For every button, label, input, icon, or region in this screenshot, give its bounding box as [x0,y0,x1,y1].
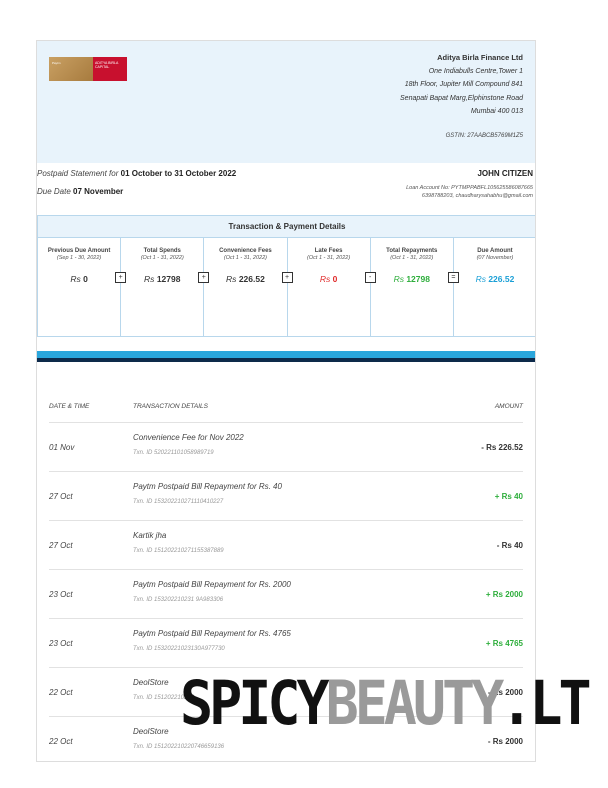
summary-value: Rs 12798 [144,274,181,284]
row-description: Paytm Postpaid Bill Repayment for Rs. 47… [133,629,291,638]
summary-column: Convenience Fees (Oct 1 - 31, 2022) Rs 226… [204,238,293,336]
col-date: DATE & TIME [49,403,90,410]
row-amount: + Rs 2000 [485,590,523,599]
row-txn-id: Txn. ID 151202210271155387889 [133,548,224,554]
company-address: Aditya Birla Finance Ltd One Indiabulls … [400,51,523,119]
row-description: Paytm Postpaid Bill Repayment for Rs. 40 [133,482,282,491]
gstin: GSTIN: 27AABCB5769M1Z5 [445,133,523,139]
operator-icon: + [198,272,210,283]
row-date: 23 Oct [49,639,73,648]
address-line: Senapati Bapat Marg,Elphinstone Road [400,94,523,102]
summary-period: (Sep 1 - 30, 2022) [56,255,102,261]
row-date: 22 Oct [49,688,73,697]
summary-value: Rs 226.52 [226,274,265,284]
row-description: Kartik jha [133,531,167,540]
summary-label: Previous Due Amount [47,248,111,254]
loan-info: Loan Account No: PYTMPPABFL1056255860876… [406,185,533,199]
summary-column: Late Fees (Oct 1 - 31, 2022) Rs 0 - [288,238,376,336]
row-amount: - Rs 40 [496,541,523,550]
address-line: One Indiabulls Centre,Tower 1 [428,67,523,75]
address-line: Mumbai 400 013 [470,108,523,115]
row-txn-id: Txn. ID 15320221023130A977730 [133,646,225,652]
summary-column: Total Repayments (Oct 1 - 31, 2022) Rs 127… [371,238,459,336]
operator-icon: + [281,272,293,283]
table-row: 23 Oct Paytm Postpaid Bill Repayment for … [49,619,523,668]
table-row: 27 Oct Kartik jha Txn. ID 1512022102711553… [49,521,523,570]
row-amount: - Rs 226.52 [481,443,523,452]
table-row: 23 Oct Paytm Postpaid Bill Repayment for … [49,570,523,619]
summary-label: Convenience Fees [219,248,272,254]
operator-icon: + [115,272,127,283]
summary-value: Rs 0 [319,274,338,284]
row-date: 27 Oct [49,541,73,550]
due-date: Due Date 07 November [37,187,124,196]
row-date: 01 Nov [49,443,75,452]
row-date: 23 Oct [49,590,73,599]
row-description: DeolStore [133,727,169,736]
customer-name: JOHN CITIZEN [477,169,533,178]
summary-title: Transaction & Payment Details [38,216,535,238]
row-txn-id: Txn. ID 520221101058989719 [133,450,214,456]
summary-value: Rs 226.52 [475,274,515,284]
company-name: Aditya Birla Finance Ltd [437,53,523,62]
divider-band [37,358,535,362]
statement-period: Postpaid Statement for 01 October to 31 … [37,169,237,178]
summary-label: Due Amount [477,248,513,254]
row-description: Paytm Postpaid Bill Repayment for Rs. 20… [133,580,291,589]
summary-column: Due Amount (07 November) Rs 226.52 [454,238,535,336]
table-row: 01 Nov Convenience Fee for Nov 2022 Txn. I… [49,423,523,472]
summary-period: (07 November) [476,255,514,261]
divider-band [37,351,535,358]
row-date: 27 Oct [49,492,73,501]
table-row: 27 Oct Paytm Postpaid Bill Repayment for … [49,472,523,521]
row-txn-id: Txn. ID 153202210231 9A983306 [133,597,224,603]
summary-period: (Oct 1 - 31, 2022) [140,255,184,261]
summary-value: Rs 0 [70,274,88,284]
row-description: Convenience Fee for Nov 2022 [133,433,244,442]
row-description: DeolStore [133,678,169,687]
row-amount: + Rs 40 [494,492,523,501]
row-date: 22 Oct [49,737,73,746]
watermark: SPICYBEAUTY.LT [180,668,592,739]
summary-period: (Oct 1 - 31, 2022) [223,255,267,261]
statement-header: Paytm ADITYA BIRLA CAPITAL Aditya Birla … [37,41,535,163]
address-line: 18th Floor, Jupiter Mill Compound 841 [404,81,523,88]
col-details: TRANSACTION DETAILS [133,403,209,410]
summary-value: Rs 12798 [393,274,430,284]
company-logo: Paytm ADITYA BIRLA CAPITAL [49,57,127,81]
summary-period: (Oct 1 - 31, 2022) [307,255,351,261]
operator-icon: = [447,272,459,283]
summary-label: Total Repayments [386,248,438,254]
row-txn-id: Txn. ID 153202210271110410227 [133,499,224,505]
payment-summary: Transaction & Payment Details Previous D… [37,215,535,337]
summary-label: Total Spends [143,248,181,254]
row-amount: + Rs 4765 [485,639,523,648]
row-txn-id: Txn. ID 151202210220746659136 [133,744,225,750]
operator-icon: - [364,272,376,283]
col-amount: AMOUNT [494,403,523,410]
summary-label: Late Fees [314,248,343,254]
summary-column: Total Spends (Oct 1 - 31, 2022) Rs 12798 + [121,238,210,336]
statement-document: Paytm ADITYA BIRLA CAPITAL Aditya Birla … [36,40,536,762]
summary-period: (Oct 1 - 31, 2022) [390,255,434,261]
summary-column: Previous Due Amount (Sep 1 - 30, 2022) Rs … [38,238,127,336]
